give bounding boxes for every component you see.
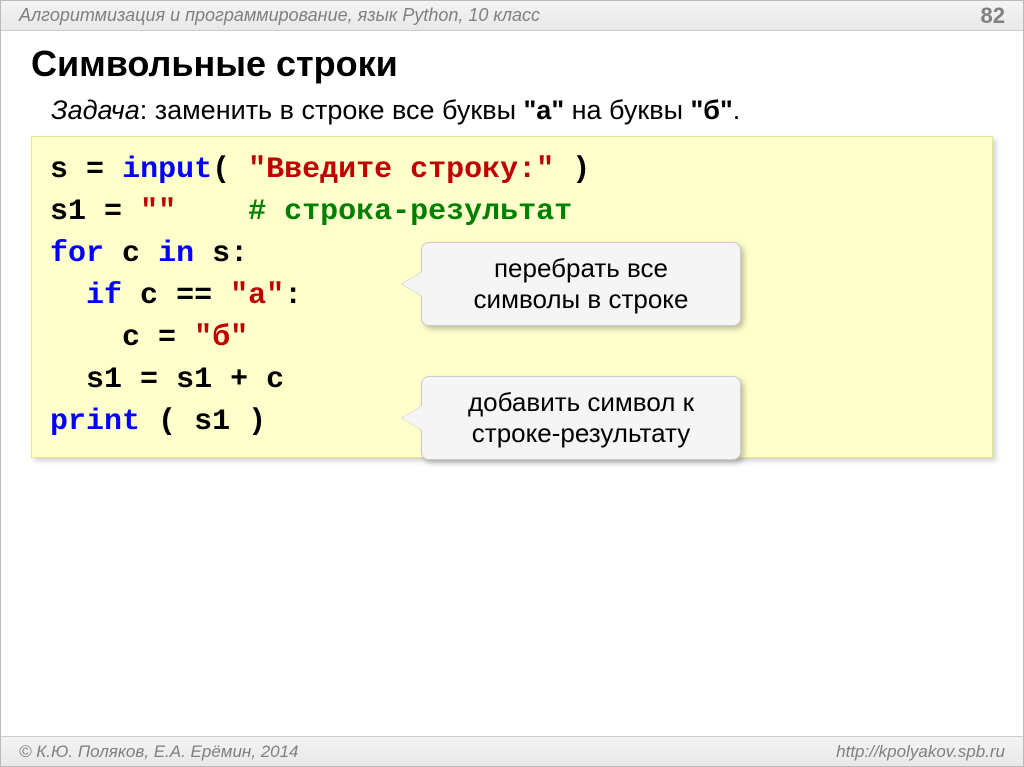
callout-loop: перебрать все символы в строке: [421, 242, 741, 326]
url: http://kpolyakov.spb.ru: [836, 742, 1005, 762]
task-literal-a: "а": [524, 95, 565, 125]
footer-bar: © К.Ю. Поляков, Е.А. Ерёмин, 2014 http:/…: [1, 736, 1023, 766]
task-statement: Задача: заменить в строке все буквы "а" …: [1, 93, 1023, 136]
code-line-1: s = input( "Введите строку:" ): [50, 149, 974, 191]
code-wrapper: s = input( "Введите строку:" ) s1 = "" #…: [31, 136, 993, 458]
copyright: © К.Ю. Поляков, Е.А. Ерёмин, 2014: [19, 742, 836, 762]
task-literal-b: "б": [691, 95, 733, 125]
task-label: Задача: [51, 95, 140, 125]
page-number: 82: [981, 3, 1005, 29]
header-bar: Алгоритмизация и программирование, язык …: [1, 1, 1023, 31]
page-title: Символьные строки: [1, 31, 1023, 93]
callout-append: добавить символ к строке-результату: [421, 376, 741, 460]
breadcrumb: Алгоритмизация и программирование, язык …: [19, 5, 981, 26]
code-line-2: s1 = "" # строка-результат: [50, 191, 974, 233]
task-text-1: : заменить в строке все буквы: [140, 95, 524, 125]
task-text-3: .: [733, 95, 741, 125]
slide: Алгоритмизация и программирование, язык …: [0, 0, 1024, 767]
task-text-2: на буквы: [564, 95, 690, 125]
